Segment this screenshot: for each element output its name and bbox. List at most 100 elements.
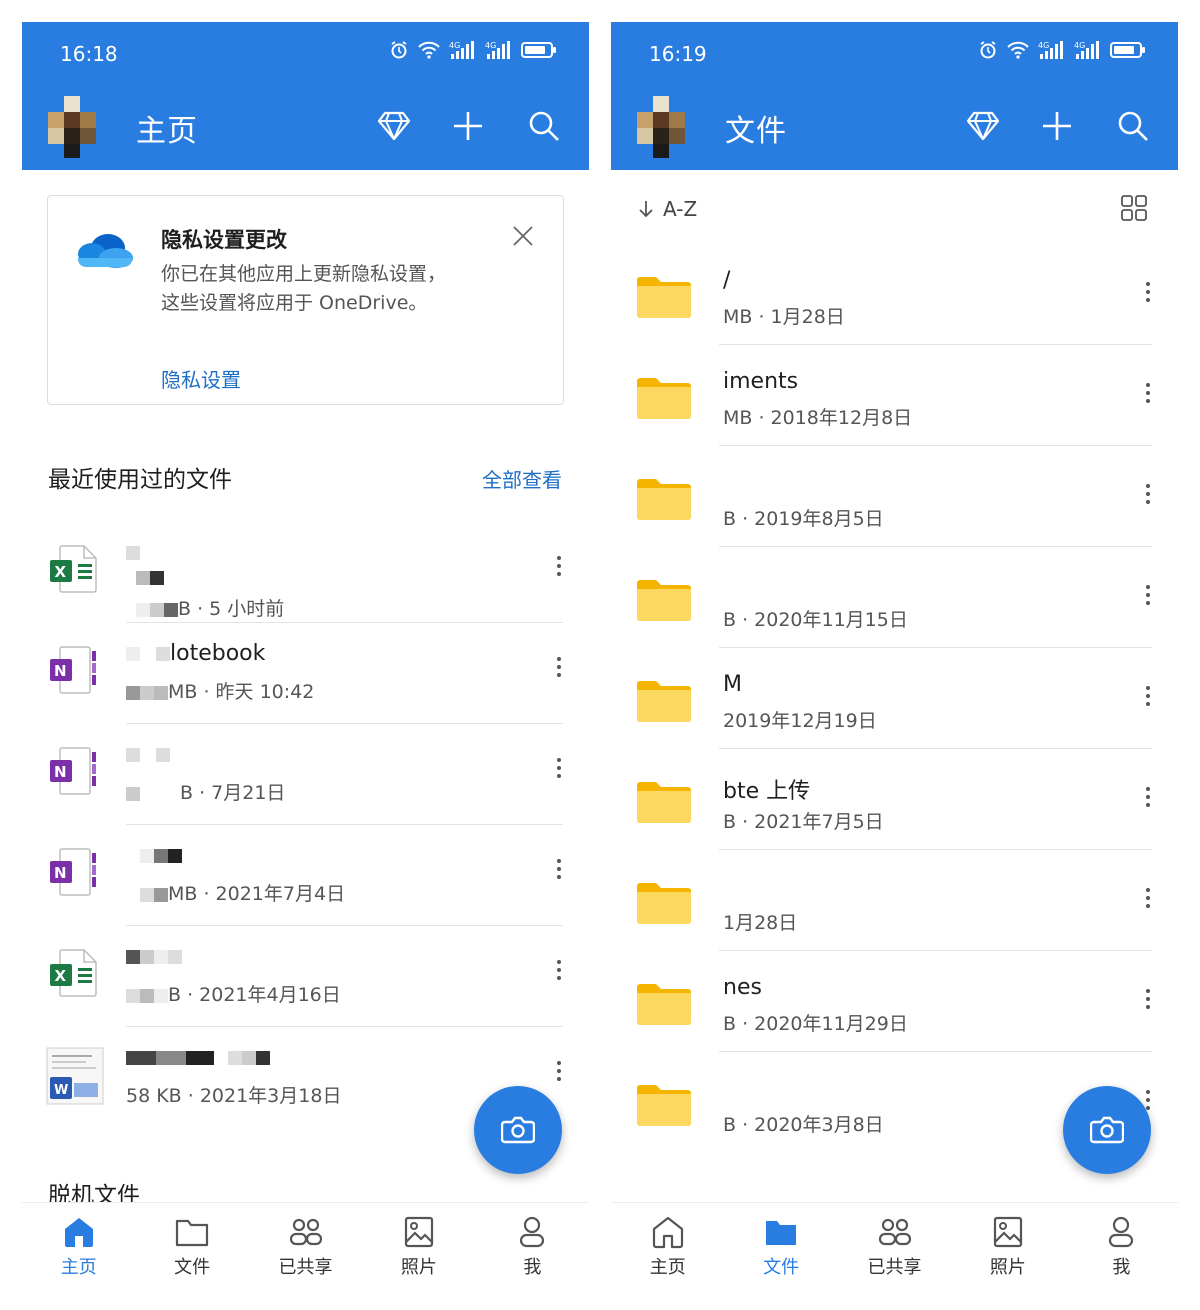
list-item[interactable]: N lotebook MB · 昨天 10:42 bbox=[22, 623, 589, 724]
redacted-block bbox=[156, 647, 170, 661]
nav-me[interactable]: 我 bbox=[476, 1203, 589, 1310]
folder-item[interactable]: B · 2019年8月5日 bbox=[611, 446, 1178, 547]
file-meta: 58 KB · 2021年3月18日 bbox=[126, 1085, 342, 1107]
nav-home[interactable]: 主页 bbox=[22, 1203, 135, 1310]
recent-files-heading: 最近使用过的文件 bbox=[48, 467, 232, 493]
more-options-icon[interactable] bbox=[1142, 278, 1154, 314]
folder-name: M bbox=[723, 672, 742, 697]
folder-icon bbox=[635, 478, 693, 526]
premium-diamond-icon[interactable] bbox=[374, 106, 414, 146]
premium-diamond-icon[interactable] bbox=[963, 106, 1003, 146]
more-options-icon[interactable] bbox=[1142, 379, 1154, 415]
nav-label: 主页 bbox=[60, 1257, 97, 1278]
alarm-icon bbox=[980, 41, 996, 59]
list-item[interactable]: X B · 5 小时前 bbox=[22, 522, 589, 623]
list-item[interactable]: N B · 7月21日 bbox=[22, 724, 589, 825]
redacted-block bbox=[140, 887, 154, 902]
nav-files[interactable]: 文件 bbox=[135, 1203, 248, 1310]
avatar[interactable] bbox=[637, 96, 685, 158]
sort-button[interactable]: A-Z bbox=[637, 197, 697, 221]
list-item[interactable]: X B · 2021年4月16日 bbox=[22, 926, 589, 1027]
redacted-block bbox=[126, 685, 140, 700]
search-icon[interactable] bbox=[524, 106, 564, 146]
nav-photos[interactable]: 照片 bbox=[951, 1203, 1064, 1310]
folder-meta: 2019年12月19日 bbox=[723, 710, 877, 732]
list-item[interactable]: N MB · 2021年7月4日 bbox=[22, 825, 589, 926]
nav-me[interactable]: 我 bbox=[1065, 1203, 1178, 1310]
redacted-block bbox=[126, 1051, 156, 1065]
folder-name: iments bbox=[723, 369, 799, 394]
file-name bbox=[126, 944, 182, 969]
svg-text:N: N bbox=[54, 864, 67, 882]
avatar[interactable] bbox=[48, 96, 96, 158]
more-options-icon[interactable] bbox=[1142, 682, 1154, 718]
alarm-icon bbox=[391, 41, 407, 59]
more-options-icon[interactable] bbox=[1142, 985, 1154, 1021]
home-icon bbox=[652, 1216, 683, 1249]
folder-item[interactable]: bte 上传 B · 2021年7月5日 bbox=[611, 749, 1178, 850]
people-icon bbox=[289, 1218, 322, 1246]
page-title: 文件 bbox=[725, 114, 787, 149]
nav-label: 主页 bbox=[649, 1257, 686, 1278]
folder-icon bbox=[766, 1221, 797, 1245]
redacted-block bbox=[126, 950, 140, 964]
folder-item[interactable]: B · 2020年11月15日 bbox=[611, 547, 1178, 648]
nav-home[interactable]: 主页 bbox=[611, 1203, 724, 1310]
more-options-icon[interactable] bbox=[1142, 884, 1154, 920]
svg-text:X: X bbox=[55, 563, 67, 581]
grid-view-icon[interactable] bbox=[1120, 194, 1148, 222]
folder-icon bbox=[635, 276, 693, 324]
camera-scan-button[interactable] bbox=[474, 1086, 562, 1174]
view-all-link[interactable]: 全部查看 bbox=[482, 464, 562, 493]
app-bar: 16:19 4G 4G 文件 bbox=[611, 22, 1178, 170]
nav-photos[interactable]: 照片 bbox=[362, 1203, 475, 1310]
status-icons: 4G 4G bbox=[389, 40, 557, 60]
nav-files[interactable]: 文件 bbox=[724, 1203, 837, 1310]
folder-icon bbox=[635, 377, 693, 425]
redacted-block bbox=[168, 849, 182, 863]
close-icon[interactable] bbox=[511, 224, 535, 248]
more-options-icon[interactable] bbox=[553, 956, 565, 992]
bottom-nav: 主页 文件 已共享 照片 我 bbox=[22, 1202, 589, 1310]
search-icon[interactable] bbox=[1113, 106, 1153, 146]
signal-4g-icon: 4G bbox=[449, 41, 474, 59]
folder-item[interactable]: 1月28日 bbox=[611, 850, 1178, 951]
svg-text:4G: 4G bbox=[485, 41, 496, 50]
more-options-icon[interactable] bbox=[1142, 783, 1154, 819]
nav-shared[interactable]: 已共享 bbox=[838, 1203, 951, 1310]
svg-text:4G: 4G bbox=[449, 41, 460, 50]
app-bar: 16:18 4G 4G 主页 bbox=[22, 22, 589, 170]
folder-item[interactable]: M 2019年12月19日 bbox=[611, 648, 1178, 749]
more-options-icon[interactable] bbox=[553, 855, 565, 891]
redacted-block bbox=[156, 1051, 186, 1065]
file-name bbox=[126, 540, 164, 590]
privacy-change-card: 隐私设置更改 你已在其他应用上更新隐私设置，这些设置将应用于 OneDrive。… bbox=[47, 195, 564, 405]
add-icon[interactable] bbox=[448, 106, 488, 146]
wifi-icon bbox=[1007, 41, 1029, 59]
more-options-icon[interactable] bbox=[1142, 581, 1154, 617]
more-options-icon[interactable] bbox=[553, 653, 565, 689]
folder-meta: MB · 1月28日 bbox=[723, 306, 845, 328]
redacted-block bbox=[186, 1051, 214, 1065]
folder-name: nes bbox=[723, 975, 762, 1000]
more-options-icon[interactable] bbox=[1142, 480, 1154, 516]
signal-4g-icon: 4G bbox=[1074, 41, 1099, 59]
more-options-icon[interactable] bbox=[553, 754, 565, 790]
svg-text:4G: 4G bbox=[1074, 41, 1085, 50]
redacted-block bbox=[242, 1051, 256, 1065]
privacy-settings-link[interactable]: 隐私设置 bbox=[161, 364, 241, 393]
nav-shared[interactable]: 已共享 bbox=[249, 1203, 362, 1310]
nav-label: 已共享 bbox=[867, 1257, 922, 1278]
folder-item[interactable]: / MB · 1月28日 bbox=[611, 244, 1178, 345]
photo-icon bbox=[993, 1216, 1023, 1248]
add-icon[interactable] bbox=[1037, 106, 1077, 146]
arrow-down-icon bbox=[639, 201, 653, 218]
more-options-icon[interactable] bbox=[553, 552, 565, 588]
folder-meta: B · 2020年11月29日 bbox=[723, 1013, 908, 1035]
folder-item[interactable]: iments MB · 2018年12月8日 bbox=[611, 345, 1178, 446]
redacted-block bbox=[140, 950, 154, 964]
camera-scan-button[interactable] bbox=[1063, 1086, 1151, 1174]
more-options-icon[interactable] bbox=[553, 1057, 565, 1093]
file-meta: B · 2021年4月16日 bbox=[126, 980, 341, 1007]
folder-item[interactable]: nes B · 2020年11月29日 bbox=[611, 951, 1178, 1052]
